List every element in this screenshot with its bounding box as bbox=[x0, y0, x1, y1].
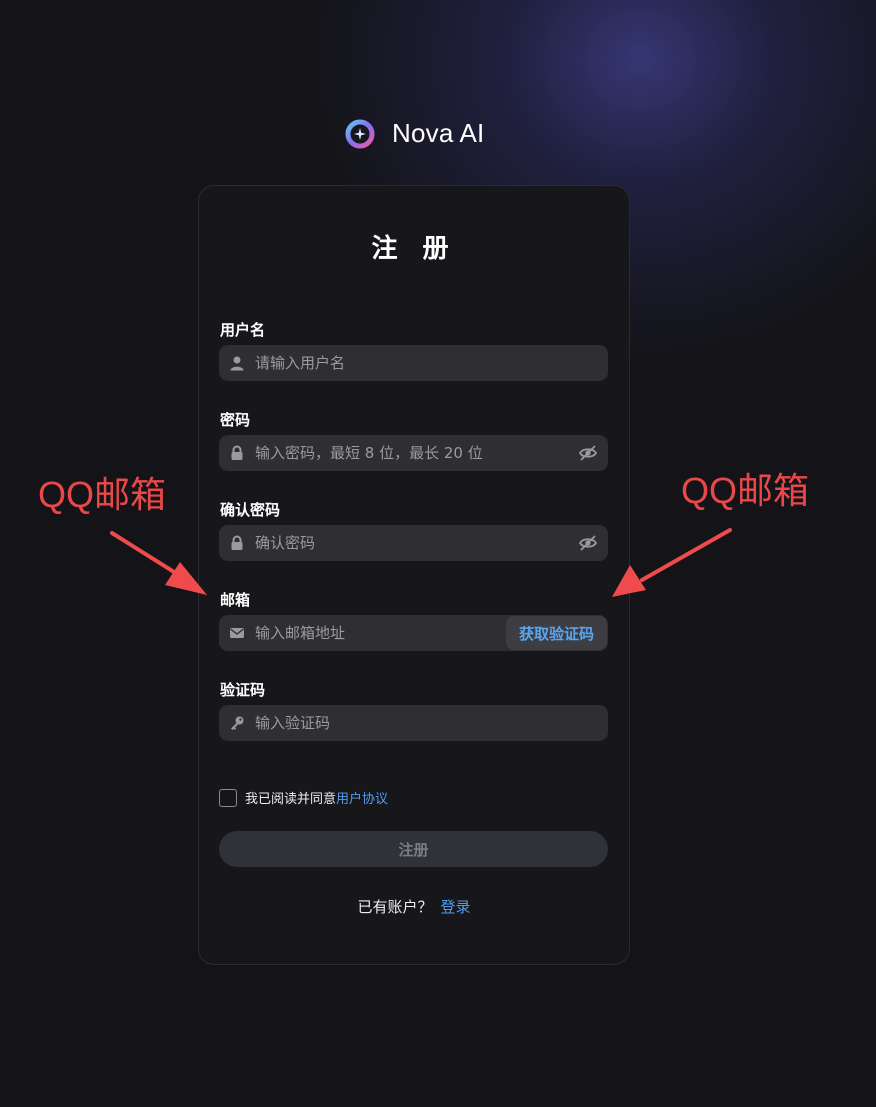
password-input[interactable] bbox=[255, 435, 578, 471]
password-label: 密码 bbox=[220, 411, 251, 429]
annotation-right: QQ邮箱 bbox=[681, 470, 810, 511]
code-input[interactable] bbox=[255, 705, 608, 741]
confirm-password-label: 确认密码 bbox=[220, 501, 281, 519]
form-title: 注 册 bbox=[371, 234, 457, 264]
nova-logo-icon bbox=[345, 119, 375, 148]
username-label: 用户名 bbox=[220, 321, 266, 339]
brand-name: Nova AI bbox=[392, 118, 485, 148]
register-card: 注 册 用户名 密码 确认密码 bbox=[198, 185, 630, 965]
email-label: 邮箱 bbox=[220, 591, 251, 609]
annotation-left: QQ邮箱 bbox=[38, 474, 167, 515]
login-prompt-text: 已有账户？ bbox=[357, 898, 433, 916]
code-field-wrapper bbox=[219, 705, 608, 741]
left-arrow-icon bbox=[110, 531, 207, 595]
agree-checkbox[interactable] bbox=[219, 788, 237, 807]
username-field-wrapper bbox=[219, 345, 608, 381]
code-label: 验证码 bbox=[220, 681, 266, 699]
confirm-password-field-wrapper bbox=[219, 525, 608, 561]
password-field-wrapper bbox=[219, 435, 608, 471]
username-input[interactable] bbox=[255, 345, 608, 381]
get-code-button[interactable]: 获取验证码 bbox=[505, 616, 607, 650]
eye-off-icon[interactable] bbox=[578, 443, 598, 463]
key-icon bbox=[229, 715, 245, 731]
email-field-wrapper: 获取验证码 bbox=[219, 615, 608, 651]
agree-text: 我已阅读并同意 bbox=[245, 792, 337, 807]
agreement-row: 我已阅读并同意 用户协议 bbox=[219, 788, 388, 807]
login-prompt: 已有账户？ 登录 bbox=[199, 896, 629, 917]
lock-icon bbox=[229, 535, 245, 551]
brand-header: Nova AI bbox=[345, 118, 484, 149]
lock-icon bbox=[229, 445, 245, 461]
confirm-password-input[interactable] bbox=[255, 525, 578, 561]
register-button[interactable]: 注册 bbox=[219, 831, 608, 867]
register-page: Nova AI 注 册 用户名 密码 确认密码 bbox=[0, 0, 876, 1107]
eye-off-icon[interactable] bbox=[578, 533, 598, 553]
user-icon bbox=[229, 355, 245, 371]
email-input[interactable] bbox=[255, 615, 506, 651]
user-agreement-link[interactable]: 用户协议 bbox=[336, 788, 388, 807]
login-link[interactable]: 登录 bbox=[441, 898, 471, 916]
mail-icon bbox=[229, 625, 245, 641]
